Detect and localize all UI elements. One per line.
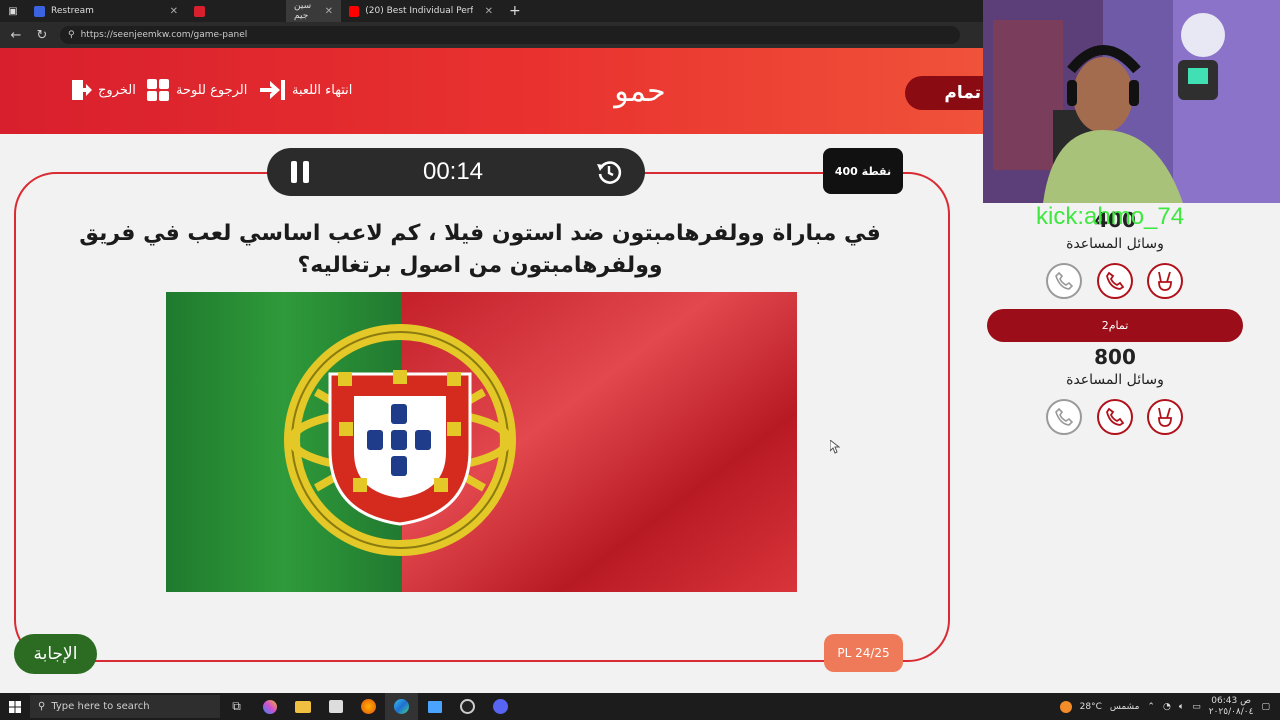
- seenjeem-favicon-icon: [194, 5, 205, 17]
- task-view-icon[interactable]: ⧉: [220, 693, 253, 720]
- team1-call-friend-aid[interactable]: [1046, 263, 1082, 299]
- search-placeholder: Type here to search: [51, 701, 150, 712]
- back-arrow-icon[interactable]: ←: [8, 28, 24, 43]
- tab-label: Restream: [51, 6, 94, 16]
- mouse-cursor-icon: [830, 440, 840, 454]
- team-name-pill: تمام: [905, 76, 985, 110]
- phone-icon: [1106, 271, 1125, 290]
- tab-seenjeem-icon[interactable]: [186, 0, 286, 22]
- portugal-flag-image: [166, 292, 797, 592]
- weather-temperature: 28°C: [1079, 701, 1102, 712]
- address-bar: ← ↻ ⚲ https://seenjeemkw.com/game-panel: [0, 22, 985, 48]
- exit-door-icon: [72, 80, 92, 100]
- player-title: حمو: [614, 74, 666, 109]
- team2-score: 800: [1094, 345, 1136, 369]
- tab-label: (20) Best Individual Performance: [365, 6, 473, 16]
- weather-icon: [1059, 700, 1072, 713]
- youtube-favicon-icon: [349, 5, 360, 17]
- taskbar-search-input[interactable]: ⚲ Type here to search: [30, 695, 220, 718]
- edge-icon[interactable]: [385, 693, 418, 720]
- clock-date: ٢٠٢٥/٠٨/٠٤: [1208, 706, 1254, 717]
- back-to-board-button[interactable]: الرجوع للوحة: [146, 78, 247, 102]
- windows-taskbar: ⚲ Type here to search ⧉ 28°C مشمس ⌃ ◔ 🔈︎…: [0, 693, 1280, 720]
- team2-call-friend-aid[interactable]: [1046, 399, 1082, 435]
- url-text: https://seenjeemkw.com/game-panel: [80, 30, 248, 40]
- end-game-label: انتهاء اللعبة: [292, 82, 353, 98]
- close-tab-icon[interactable]: ✕: [485, 6, 493, 17]
- url-field[interactable]: ⚲ https://seenjeemkw.com/game-panel: [60, 26, 960, 44]
- store-icon[interactable]: [319, 693, 352, 720]
- notifications-icon[interactable]: ▢: [1261, 702, 1270, 712]
- restream-favicon-icon: [34, 5, 45, 17]
- windows-logo-icon: [9, 700, 21, 713]
- timer-bar: 00:14: [267, 148, 645, 196]
- browser-tab-bar: ▣ Restream ✕ سين جيم ✕ (20) Best Individ…: [0, 0, 985, 22]
- timer-value: 00:14: [422, 158, 484, 185]
- answer-button[interactable]: الإجابة: [14, 634, 97, 674]
- arrow-to-bar-icon: [260, 80, 285, 100]
- peace-hand-icon: [1158, 271, 1172, 291]
- back-to-board-label: الرجوع للوحة: [176, 82, 248, 98]
- team2-double-aid[interactable]: [1147, 399, 1183, 435]
- question-counter: PL 24/25: [824, 634, 903, 672]
- close-tab-icon[interactable]: ✕: [170, 6, 178, 17]
- weather-text: مشمس: [1109, 701, 1140, 712]
- search-icon: ⚲: [38, 701, 46, 712]
- team2-name-pill: تمام2: [987, 309, 1243, 342]
- team1-double-aid[interactable]: [1147, 263, 1183, 299]
- battery-icon[interactable]: ▭: [1192, 702, 1201, 712]
- clock[interactable]: 06:43 ص ٢٠٢٥/٠٨/٠٤: [1209, 696, 1254, 718]
- reload-icon[interactable]: ↻: [34, 28, 50, 43]
- team2-aids-label: وسائل المساعدة: [1066, 372, 1164, 388]
- kick-username-overlay: kick:ahmo_74: [1036, 203, 1185, 230]
- volume-icon[interactable]: 🔈︎: [1179, 702, 1184, 712]
- obs-icon[interactable]: [451, 693, 484, 720]
- phone-icon: [1106, 407, 1125, 426]
- copilot-icon[interactable]: [253, 693, 286, 720]
- tab-overview-icon[interactable]: ▣: [0, 0, 26, 22]
- game-header: الخروج الرجوع للوحة انتهاء اللعبة حمو تم…: [0, 48, 985, 134]
- webcam-streamer-image: [983, 0, 1280, 203]
- pause-icon[interactable]: [289, 159, 311, 185]
- system-tray: 28°C مشمس ⌃ ◔ 🔈︎ ▭ 06:43 ص ٢٠٢٥/٠٨/٠٤ ▢: [1059, 693, 1280, 720]
- tab-seenjeem[interactable]: سين جيم ✕: [286, 0, 341, 22]
- tab-label: سين جيم: [294, 1, 312, 21]
- clock-time: 06:43 ص: [1211, 695, 1251, 706]
- file-explorer-icon[interactable]: [286, 693, 319, 720]
- tab-youtube[interactable]: (20) Best Individual Performance ✕: [341, 0, 501, 22]
- site-info-icon[interactable]: ⚲: [68, 30, 75, 40]
- reset-timer-icon[interactable]: [595, 158, 623, 186]
- team1-aids-label: وسائل المساعدة: [1066, 236, 1164, 252]
- firefox-icon[interactable]: [352, 693, 385, 720]
- end-game-button[interactable]: انتهاء اللعبة: [258, 78, 352, 102]
- team2-phone-aid[interactable]: [1097, 399, 1133, 435]
- chevron-up-icon[interactable]: ⌃: [1147, 702, 1155, 712]
- discord-icon[interactable]: [484, 693, 517, 720]
- new-tab-icon[interactable]: +: [501, 3, 529, 19]
- points-badge: 400 نقطة: [823, 148, 903, 194]
- phone-transfer-icon: [1055, 407, 1074, 426]
- tab-restream[interactable]: Restream ✕: [26, 0, 186, 22]
- peace-hand-icon: [1158, 407, 1172, 427]
- exit-button[interactable]: الخروج: [70, 78, 136, 102]
- exit-label: الخروج: [98, 82, 136, 98]
- app-icon[interactable]: [418, 693, 451, 720]
- close-tab-icon[interactable]: ✕: [325, 6, 333, 17]
- phone-transfer-icon: [1055, 271, 1074, 290]
- webcam-overlay: [983, 0, 1280, 203]
- question-image-portugal-flag: [166, 292, 797, 592]
- team1-phone-aid[interactable]: [1097, 263, 1133, 299]
- grid-icon: [147, 79, 169, 101]
- question-text: في مباراة وولفرهامبتون ضد استون فيلا ، ك…: [79, 221, 881, 278]
- network-icon[interactable]: ◔: [1163, 702, 1171, 712]
- start-button[interactable]: [0, 700, 30, 713]
